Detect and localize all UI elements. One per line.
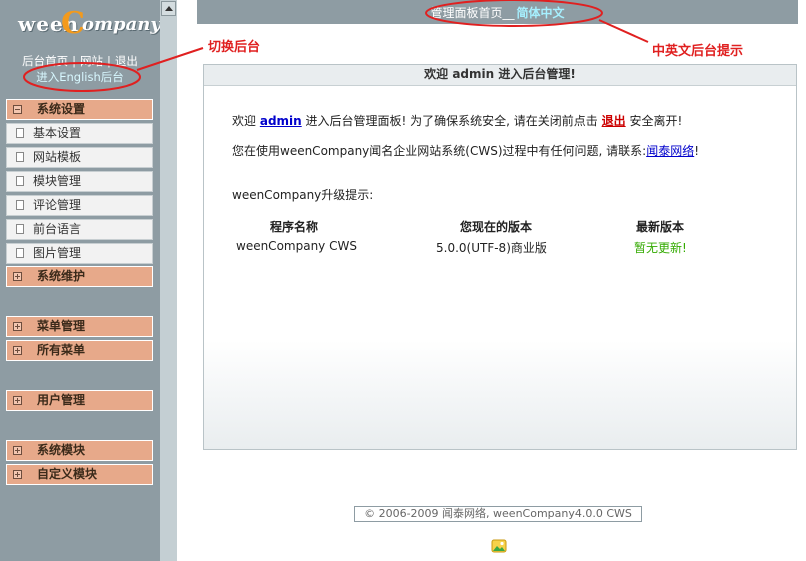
top-header: 管理面板首页__ 简体中文: [197, 0, 798, 26]
document-icon: [16, 176, 24, 186]
menu-item-image-management[interactable]: 图片管理: [6, 243, 153, 264]
collapse-icon: [13, 105, 22, 114]
menu-group-user-management[interactable]: 用户管理: [6, 390, 153, 411]
welcome-line: 欢迎 admin 进入后台管理面板! 为了确保系统安全, 请在关闭前点击 退出 …: [232, 112, 682, 129]
col-program-name: 程序名称: [270, 220, 319, 234]
annotation-language-hint: 中英文后台提示: [652, 44, 744, 59]
english-backend-row: 进入English后台: [0, 69, 160, 85]
menu-group-system-maintenance[interactable]: 系统维护: [6, 266, 153, 287]
expand-icon: [13, 470, 22, 479]
contact-suffix: !: [694, 144, 700, 158]
welcome-prefix: 欢迎: [232, 114, 257, 128]
picture-icon: [491, 539, 507, 553]
document-icon: [16, 200, 24, 210]
menu-group-label: 自定义模块: [37, 467, 98, 481]
cell-latest-version: 暂无更新!: [634, 241, 687, 255]
welcome-panel: 欢迎 admin 进入后台管理! 欢迎 admin 进入后台管理面板! 为了确保…: [203, 64, 797, 450]
header-title: 管理面板首页: [430, 6, 503, 20]
header-separator: __: [502, 6, 515, 20]
username-link[interactable]: admin: [260, 114, 302, 128]
menu-group-custom-modules[interactable]: 自定义模块: [6, 464, 153, 485]
menu-group-label: 系统设置: [37, 102, 86, 116]
document-icon: [16, 224, 24, 234]
menu-item-label: 模块管理: [33, 174, 82, 188]
menu-group-label: 系统维护: [37, 269, 86, 283]
menu-item-module-management[interactable]: 模块管理: [6, 171, 153, 192]
menu-item-site-template[interactable]: 网站模板: [6, 147, 153, 168]
document-icon: [16, 152, 24, 162]
expand-icon: [13, 322, 22, 331]
frame-scrollbar[interactable]: [160, 0, 177, 561]
menu-group-label: 系统模块: [37, 443, 86, 457]
home-link[interactable]: 后台首页: [22, 54, 68, 68]
logout-link-inline[interactable]: 退出: [602, 114, 626, 128]
contact-line: 您在使用weenCompany闻名企业网站系统(CWS)过程中有任何问题, 请联…: [232, 142, 699, 159]
menu-group-system-settings[interactable]: 系统设置: [6, 99, 153, 120]
menu-item-frontend-language[interactable]: 前台语言: [6, 219, 153, 240]
menu-item-label: 网站模板: [33, 150, 82, 164]
menu-group-system-modules[interactable]: 系统模块: [6, 440, 153, 461]
document-icon: [16, 248, 24, 258]
english-backend-link[interactable]: 进入English后台: [36, 70, 124, 84]
scroll-up-icon[interactable]: [161, 1, 176, 16]
menu-item-basic-settings[interactable]: 基本设置: [6, 123, 153, 144]
contact-prefix: 您在使用weenCompany闻名企业网站系统(CWS)过程中有任何问题, 请联…: [232, 144, 647, 158]
menu-group-label: 所有菜单: [37, 343, 86, 357]
expand-icon: [13, 272, 22, 281]
menu-group-all-menus[interactable]: 所有菜单: [6, 340, 153, 361]
panel-title: 欢迎 admin 进入后台管理!: [204, 65, 796, 86]
sidebar: ween Company 后台首页 | 网站 | 退出 进入English后台 系统设置 …: [0, 0, 161, 561]
top-links: 后台首页 | 网站 | 退出: [22, 54, 138, 68]
upgrade-title: weenCompany升级提示:: [232, 188, 374, 202]
welcome-mid: 进入后台管理面板! 为了确保系统安全, 请在关闭前点击: [305, 114, 598, 128]
menu-group-label: 菜单管理: [37, 319, 86, 333]
col-latest-version: 最新版本: [636, 220, 685, 234]
cell-current-version: 5.0.0(UTF-8)商业版: [436, 241, 547, 255]
expand-icon: [13, 346, 22, 355]
annotation-switch-backend: 切换后台: [208, 40, 261, 55]
website-link[interactable]: 网站: [80, 54, 103, 68]
expand-icon: [13, 396, 22, 405]
menu-item-comment-management[interactable]: 评论管理: [6, 195, 153, 216]
menu-item-label: 基本设置: [33, 126, 82, 140]
logo: ween Company: [18, 6, 161, 41]
menu-item-label: 评论管理: [33, 198, 82, 212]
expand-icon: [13, 446, 22, 455]
copyright-footer: © 2006-2009 闻泰网络, weenCompany4.0.0 CWS: [354, 506, 642, 522]
menu-group-label: 用户管理: [37, 393, 86, 407]
welcome-suffix: 安全离开!: [629, 114, 683, 128]
col-current-version: 您现在的版本: [460, 220, 533, 234]
language-indicator: 简体中文: [516, 6, 565, 20]
menu-item-label: 前台语言: [33, 222, 82, 236]
menu-item-label: 图片管理: [33, 246, 82, 260]
document-icon: [16, 128, 24, 138]
cell-program-name: weenCompany CWS: [236, 239, 357, 253]
menu-group-menu-management[interactable]: 菜单管理: [6, 316, 153, 337]
contact-link[interactable]: 闻泰网络: [646, 144, 694, 158]
logout-link[interactable]: 退出: [115, 54, 138, 68]
panel-body: 欢迎 admin 进入后台管理面板! 为了确保系统安全, 请在关闭前点击 退出 …: [204, 86, 796, 449]
